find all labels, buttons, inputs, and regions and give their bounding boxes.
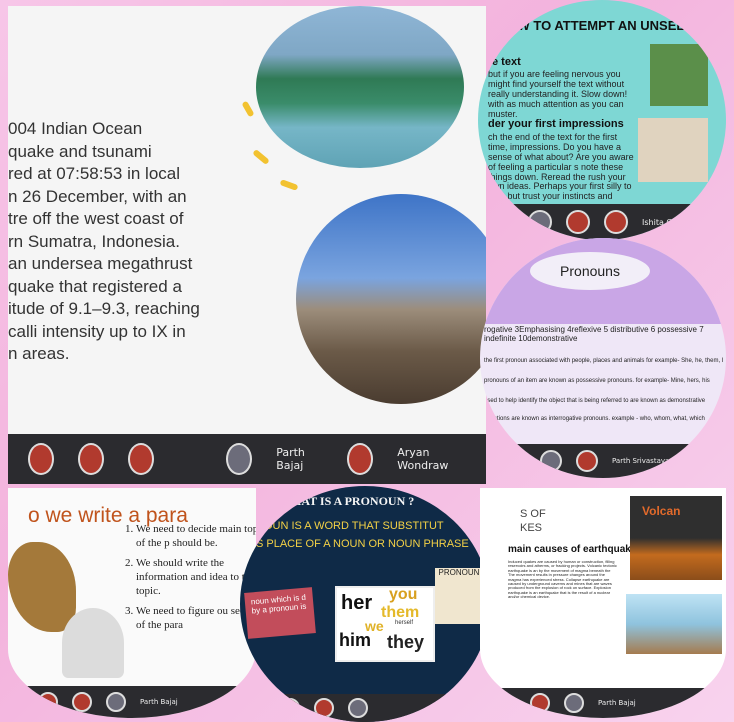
slide-text-line: n 26 December, with an <box>8 186 187 206</box>
slide-text-line: rn Sumatra, Indonesia. <box>8 231 180 251</box>
participant-name: Parth Bajaj <box>140 698 178 706</box>
mid-right-slide: Pronouns rogative 3Emphasising 4reflexiv… <box>480 238 726 478</box>
participant-name: Parth Srivastava <box>612 457 670 465</box>
slide-text-line: an undersea megathrust <box>8 254 193 273</box>
section-body: but if you are feeling nervous you might… <box>488 69 628 119</box>
volcano-label: Volcan <box>642 504 681 518</box>
slide-text-line: n areas. <box>8 344 70 363</box>
participant-avatar[interactable] <box>28 443 55 475</box>
section-title: der your first impressions <box>488 118 624 130</box>
slide-text-line: calli intensity up to IX in <box>8 321 186 341</box>
step-item: We should write the information and idea… <box>136 556 256 598</box>
participant-name: Parth Bajaj <box>598 699 636 707</box>
tsunami-photo <box>256 6 464 168</box>
participants-bar: Parth Bajaj <box>8 686 256 718</box>
step-item: We need to decide main topic of the p sh… <box>136 522 256 550</box>
plate-diagram <box>626 594 722 654</box>
participant-avatar[interactable] <box>566 210 590 234</box>
top-right-slide: HOW TO ATTEMPT AN UNSEEN PROSE e text bu… <box>478 0 726 240</box>
word: they <box>387 632 425 652</box>
reading-photo <box>650 44 708 106</box>
slide-subtitle: main causes of earthquakes <box>508 544 642 555</box>
participant-name: Aryan Wondraw <box>397 446 449 472</box>
slide-text-line: quake and tsunami <box>8 141 152 161</box>
word: herself <box>395 620 414 626</box>
participant-name: Parth Bajaj <box>276 446 305 472</box>
slide-text-line: itude of 9.1–9.3, reaching <box>8 299 200 318</box>
participant-avatar[interactable] <box>38 692 58 712</box>
participant-avatar[interactable] <box>564 693 584 713</box>
slide-subtitle: S PLACE OF A NOUN OR NOUN PHRASE <box>256 538 469 550</box>
slide-title: S OF <box>520 508 546 520</box>
participant-name: Ishita Gupta <box>642 217 691 227</box>
steps-list: We need to decide main topic of the p sh… <box>118 522 256 632</box>
participant-avatar[interactable] <box>576 450 598 472</box>
word: you <box>389 586 418 603</box>
decorative-dash <box>241 100 255 118</box>
slide-title: WHAT IS A PRONOUN ? <box>280 494 415 508</box>
word: her <box>341 592 373 614</box>
participant-avatar[interactable] <box>347 443 374 475</box>
participants-bar: Parth Bajaj Aryan Wondraw <box>8 434 486 484</box>
pronoun-tag: PRONOUN <box>438 568 480 577</box>
bottom-middle-slide: WHAT IS A PRONOUN ? NOUN IS A WORD THAT … <box>240 486 490 722</box>
participant-avatar[interactable] <box>106 692 126 712</box>
slide-text-line: 004 Indian Ocean <box>8 119 143 138</box>
participant-avatar[interactable] <box>78 443 105 475</box>
note-card: noun which is d by a pronoun is <box>244 587 316 639</box>
step-item: We need to figure ou sequence of the par… <box>136 604 256 632</box>
word-cloud: her you them herself we him they <box>335 586 435 662</box>
pronoun-line: questions are known as interrogative pro… <box>484 416 705 422</box>
title-oval: Pronouns <box>530 252 650 290</box>
slide-title: Pronouns <box>560 263 620 279</box>
word: him <box>339 630 372 650</box>
pronoun-list: rogative 3Emphasising 4reflexive 5 distr… <box>484 325 704 343</box>
slide-text-line: quake that registered a <box>8 276 182 296</box>
participant-avatar[interactable] <box>128 443 155 475</box>
slide-title: KES <box>520 522 543 534</box>
pronoun-line: used to help identify the object that is… <box>484 398 706 404</box>
rubble-photo <box>296 194 486 404</box>
participants-bar: Parth Bajaj <box>480 688 726 718</box>
slide-text-line: tre off the west coast of <box>8 209 184 228</box>
pronoun-card: PRONOUN <box>435 568 483 624</box>
slide-subtitle: NOUN IS A WORD THAT SUBSTITUT <box>256 520 444 532</box>
participant-avatar[interactable] <box>540 450 562 472</box>
pronoun-line: the first pronoun associated with people… <box>484 358 724 364</box>
participant-avatar[interactable] <box>72 692 92 712</box>
coffee-photo <box>638 118 708 182</box>
participant-avatar[interactable] <box>314 698 334 718</box>
section-body: ch the end of the text for the first tim… <box>488 132 634 202</box>
slide-body: Induced quakes are caused by human or co… <box>508 559 617 600</box>
participants-bar <box>240 694 490 722</box>
dinosaur-image <box>8 542 76 632</box>
participants-bar: Ishita Gupta <box>478 204 726 240</box>
slide-text-block: 004 Indian Ocean quake and tsunami red a… <box>8 118 268 366</box>
bottom-right-slide: S OF KES main causes of earthquakes Indu… <box>480 488 726 718</box>
section-title: e text <box>492 56 521 68</box>
bottom-left-slide: o we write a para We need to decide main… <box>8 488 256 718</box>
participant-avatar[interactable] <box>604 210 628 234</box>
slide-title: HOW TO ATTEMPT AN UNSEEN PROSE <box>498 18 726 33</box>
slide-text-line: red at 07:58:53 in local <box>8 164 181 183</box>
pronoun-line: pronouns of an item are known as possess… <box>484 378 710 384</box>
top-left-slide: 004 Indian Ocean quake and tsunami red a… <box>8 6 486 484</box>
participant-avatar[interactable] <box>280 698 300 718</box>
volcano-image: Volcan <box>630 496 722 580</box>
participant-avatar[interactable] <box>226 443 253 475</box>
thinking-man-image <box>62 608 124 678</box>
participant-avatar[interactable] <box>528 210 552 234</box>
participant-avatar[interactable] <box>530 693 550 713</box>
decorative-dash <box>279 179 299 191</box>
participants-bar: Parth Srivastava <box>480 444 726 478</box>
participant-avatar[interactable] <box>348 698 368 718</box>
